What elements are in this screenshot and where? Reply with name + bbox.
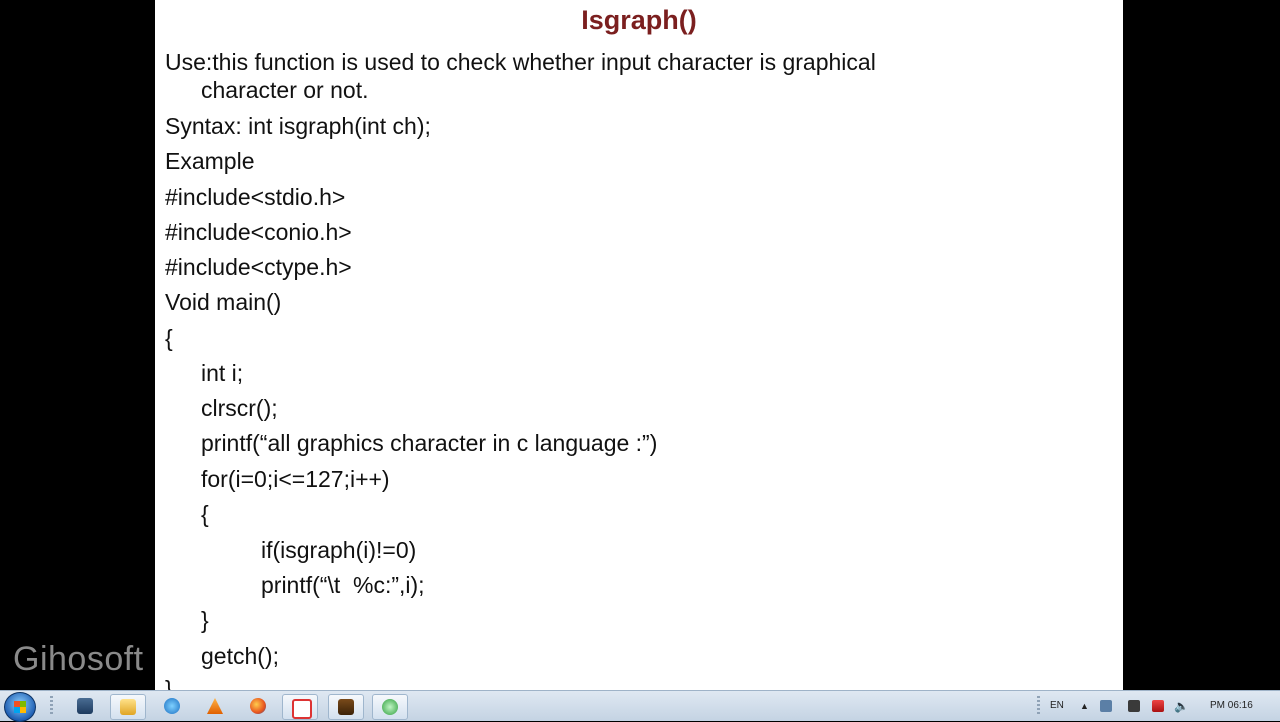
- tray-grip: [1037, 696, 1040, 716]
- tray-action-center-icon[interactable]: [1152, 700, 1164, 712]
- taskbar-remote-desktop[interactable]: [68, 694, 102, 718]
- code-line: #include<stdio.h>: [165, 184, 346, 210]
- code-line: {: [165, 325, 173, 351]
- watermark: Gihosoft: [13, 640, 144, 678]
- language-indicator[interactable]: EN: [1050, 691, 1064, 721]
- taskbar: EN ▲ 🔈 PM 06:16: [0, 690, 1280, 722]
- code-line: #include<conio.h>: [165, 219, 352, 245]
- code-line: int i;: [201, 360, 244, 386]
- taskbar-media[interactable]: [372, 694, 408, 720]
- code-line: Void main(): [165, 289, 282, 315]
- code-line: getch();: [201, 643, 279, 669]
- taskbar-vlc[interactable]: [198, 694, 232, 718]
- taskbar-internet-explorer[interactable]: [155, 694, 189, 718]
- dosbox-icon: [338, 699, 354, 715]
- tray-app-icon[interactable]: [1100, 700, 1112, 712]
- taskbar-dosbox[interactable]: [328, 694, 364, 720]
- firefox-icon: [250, 698, 266, 714]
- slide-title: Isgraph(): [581, 5, 697, 35]
- windows-logo-icon-lower: [14, 707, 26, 713]
- start-button[interactable]: [4, 692, 36, 722]
- tray-device-icon[interactable]: [1128, 700, 1140, 712]
- vlc-icon: [207, 698, 223, 714]
- tray-expand-icon[interactable]: ▲: [1080, 691, 1089, 721]
- taskbar-app[interactable]: [282, 694, 318, 720]
- media-icon: [382, 699, 398, 715]
- code-line: printf(“\t %c:”,i);: [261, 572, 425, 598]
- taskbar-grip[interactable]: [50, 696, 53, 716]
- taskbar-explorer[interactable]: [110, 694, 146, 720]
- volume-icon[interactable]: 🔈: [1174, 691, 1189, 721]
- slide: Isgraph() Use:this function is used to c…: [155, 0, 1123, 690]
- code-line: }: [165, 676, 173, 690]
- code-line: }: [201, 607, 209, 633]
- code-line: printf(“all graphics character in c lang…: [201, 430, 658, 456]
- internet-explorer-icon: [164, 698, 180, 714]
- code-line: #include<ctype.h>: [165, 254, 352, 280]
- use-line-1: Use:this function is used to check wheth…: [165, 49, 876, 75]
- folder-icon: [120, 699, 136, 715]
- taskbar-firefox[interactable]: [241, 694, 275, 718]
- code-line: clrscr();: [201, 395, 278, 421]
- code-line: {: [201, 501, 209, 527]
- clock[interactable]: PM 06:16: [1210, 691, 1253, 721]
- use-line-2: character or not.: [201, 77, 369, 103]
- code-line: if(isgraph(i)!=0): [261, 537, 417, 563]
- app-icon: [292, 699, 312, 719]
- code-line: for(i=0;i<=127;i++): [201, 466, 390, 492]
- syntax-line: Syntax: int isgraph(int ch);: [165, 113, 431, 139]
- remote-desktop-icon: [77, 698, 93, 714]
- example-label: Example: [165, 148, 255, 174]
